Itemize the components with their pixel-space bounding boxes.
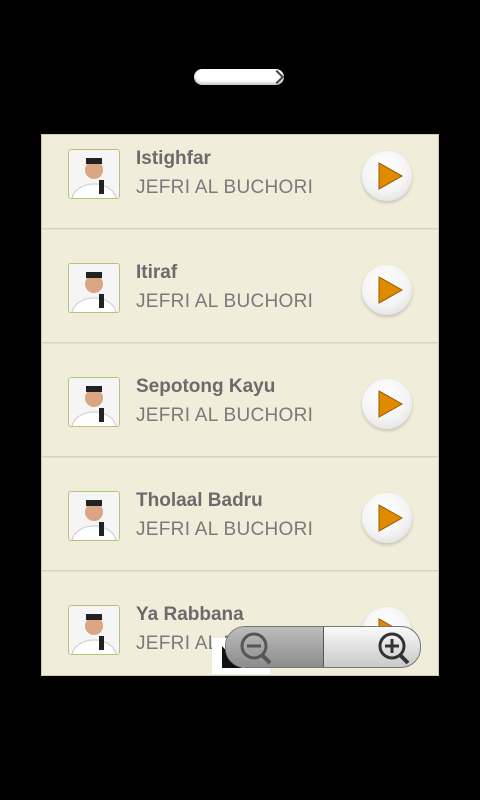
play-button[interactable] xyxy=(362,151,412,201)
play-button[interactable] xyxy=(362,265,412,315)
play-icon xyxy=(378,276,404,304)
song-row-sepotong-kayu[interactable]: Sepotong Kayu JEFRI AL BUCHORI xyxy=(42,344,438,457)
play-icon xyxy=(378,162,404,190)
play-icon xyxy=(378,504,404,532)
song-title: Istighfar xyxy=(136,148,211,169)
singer-photo-icon xyxy=(68,263,120,313)
zoom-out-button[interactable] xyxy=(226,627,323,667)
song-title: Tholaal Badru xyxy=(136,490,263,511)
singer-photo-icon xyxy=(68,149,120,199)
song-artist: JEFRI AL BUCHORI xyxy=(136,177,314,198)
song-title: Sepotong Kayu xyxy=(136,376,276,397)
status-pill xyxy=(194,69,285,85)
play-icon xyxy=(378,390,404,418)
singer-photo-icon xyxy=(68,491,120,541)
song-row-itiraf[interactable]: Itiraf JEFRI AL BUCHORI xyxy=(42,230,438,343)
song-title: Ya Rabbana xyxy=(136,604,244,625)
song-row-tholaal-badru[interactable]: Tholaal Badru JEFRI AL BUCHORI xyxy=(42,458,438,571)
song-artist: JEFRI AL BUCHORI xyxy=(136,519,314,540)
zoom-control[interactable] xyxy=(225,626,421,668)
song-artist: JEFRI AL BUCHORI xyxy=(136,291,314,312)
song-list[interactable]: Istighfar JEFRI AL BUCHORI Itiraf JEFRI … xyxy=(41,134,439,676)
song-artist: JEFRI AL BUCHORI xyxy=(136,405,314,426)
play-button[interactable] xyxy=(362,379,412,429)
singer-photo-icon xyxy=(68,605,120,655)
singer-photo-icon xyxy=(68,377,120,427)
zoom-out-icon xyxy=(240,632,272,665)
song-title: Itiraf xyxy=(136,262,178,283)
song-row-istighfar[interactable]: Istighfar JEFRI AL BUCHORI xyxy=(42,135,438,229)
play-button[interactable] xyxy=(362,493,412,543)
chevron-icon xyxy=(269,69,285,85)
zoom-in-icon xyxy=(378,632,410,665)
zoom-in-button[interactable] xyxy=(324,627,420,667)
